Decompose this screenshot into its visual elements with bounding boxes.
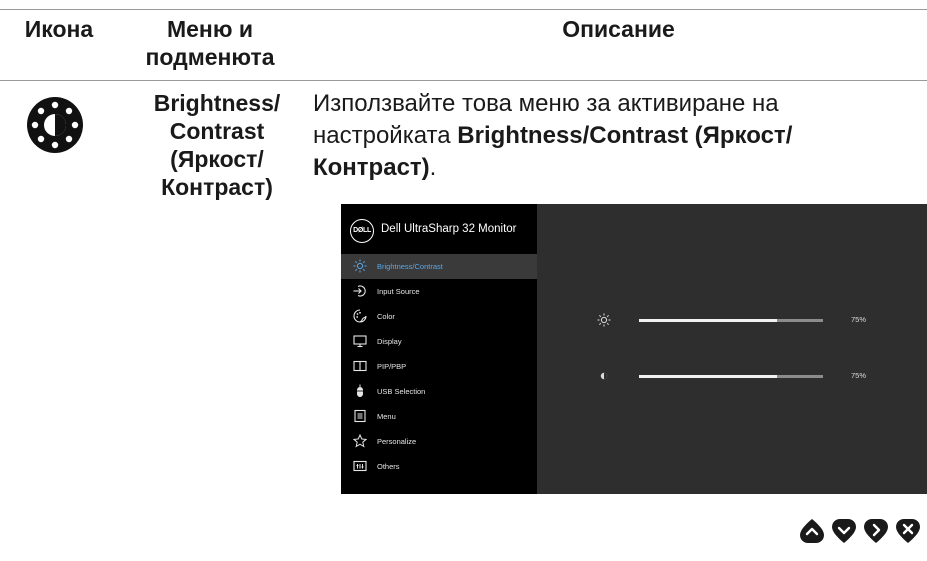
osd-item-label: Others xyxy=(377,462,400,471)
description-text: Използвайте това меню за активиране на н… xyxy=(313,88,913,184)
osd-screen: DØLL Dell UltraSharp 32 Monitor Brightne… xyxy=(341,204,927,494)
display-icon xyxy=(353,335,367,348)
description-part-2: . xyxy=(429,154,437,181)
osd-item-menu[interactable]: Menu xyxy=(341,404,537,429)
submenu-name: Brightness/ Contrast (Яркост/ Контраст) xyxy=(136,89,298,201)
table-header-border xyxy=(0,80,927,81)
dell-logo: DØLL xyxy=(350,219,374,243)
header-menu: Меню и подменюта xyxy=(145,16,275,70)
brightness-slider[interactable] xyxy=(639,319,823,322)
header-icon: Икона xyxy=(24,16,94,42)
star-icon xyxy=(353,434,367,448)
submenu-line-2: Contrast xyxy=(169,118,265,144)
osd-item-usb-selection[interactable]: USB Selection xyxy=(341,379,537,404)
osd-item-personalize[interactable]: Personalize xyxy=(341,429,537,454)
header-description: Описание xyxy=(562,16,675,42)
osd-item-pip-pbp[interactable]: PIP/PBP xyxy=(341,354,537,379)
submenu-line-4: Контраст) xyxy=(161,174,273,200)
color-icon xyxy=(353,309,367,323)
others-icon xyxy=(353,460,367,472)
up-icon[interactable] xyxy=(799,518,825,544)
contrast-slider[interactable] xyxy=(639,375,823,378)
osd-title-bar: DØLL Dell UltraSharp 32 Monitor xyxy=(341,204,537,254)
usb-mouse-icon xyxy=(357,384,363,397)
osd-item-label: PIP/PBP xyxy=(377,362,407,371)
brightness-icon xyxy=(597,313,611,327)
osd-item-input-source[interactable]: Input Source xyxy=(341,279,537,304)
contrast-value: 75% xyxy=(851,371,867,380)
osd-item-label: Menu xyxy=(377,412,396,421)
brightness-icon xyxy=(353,259,367,273)
input-source-icon xyxy=(353,285,366,297)
submenu-line-3: (Яркост/ xyxy=(170,146,264,172)
brightness-value: 75% xyxy=(851,315,867,324)
osd-item-label: Input Source xyxy=(377,287,420,296)
osd-title: Dell UltraSharp 32 Monitor xyxy=(381,223,517,235)
close-icon[interactable] xyxy=(895,518,921,544)
osd-item-brightness-contrast[interactable]: Brightness/Contrast xyxy=(341,254,537,279)
down-icon[interactable] xyxy=(831,518,857,544)
osd-item-label: Display xyxy=(377,337,402,346)
navigation-buttons xyxy=(799,518,921,544)
menu-icon xyxy=(354,409,366,423)
osd-item-display[interactable]: Display xyxy=(341,329,537,354)
brightness-slider-row: 75% xyxy=(537,310,927,330)
contrast-slider-fill xyxy=(639,375,777,378)
right-icon[interactable] xyxy=(863,518,889,544)
submenu-line-1: Brightness/ xyxy=(153,90,281,116)
osd-item-color[interactable]: Color xyxy=(341,304,537,329)
osd-item-label: Brightness/Contrast xyxy=(377,262,443,271)
brightness-contrast-icon xyxy=(27,97,83,153)
contrast-icon xyxy=(600,372,608,380)
contrast-slider-row: 75% xyxy=(537,366,927,386)
osd-item-others[interactable]: Others xyxy=(341,454,537,479)
pip-pbp-icon xyxy=(353,360,367,372)
osd-item-label: Personalize xyxy=(377,437,417,446)
table-top-border xyxy=(0,9,927,10)
brightness-slider-fill xyxy=(639,319,777,322)
osd-menu-panel: DØLL Dell UltraSharp 32 Monitor Brightne… xyxy=(341,204,537,494)
osd-item-label: USB Selection xyxy=(377,387,426,396)
osd-item-label: Color xyxy=(377,312,395,321)
